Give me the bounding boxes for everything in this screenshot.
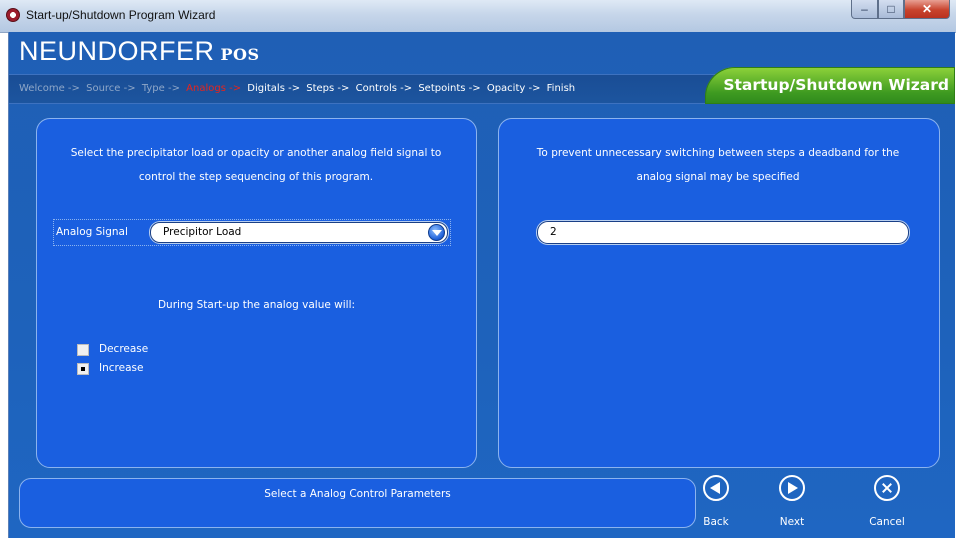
step-source: Source -> — [86, 83, 136, 94]
deadband-description-line1: To prevent unnecessary switching between… — [536, 147, 900, 159]
back-arrow-icon — [703, 475, 729, 501]
status-message: Select a Analog Control Parameters — [264, 488, 451, 500]
next-arrow-icon — [779, 475, 805, 501]
step-controls: Controls -> — [355, 83, 413, 94]
step-finish: Finish — [546, 83, 576, 94]
cancel-x-icon — [874, 475, 900, 501]
analog-description-line1: Select the precipitator load or opacity … — [70, 147, 442, 159]
window-title: Start-up/Shutdown Program Wizard — [26, 8, 216, 22]
brand-logo: NEUNDORFER POS — [19, 36, 260, 67]
analog-signal-label: Analog Signal — [56, 226, 128, 238]
back-label: Back — [703, 516, 729, 528]
window-titlebar: Start-up/Shutdown Program Wizard – □ ✕ — [0, 0, 956, 33]
deadband-value: 2 — [550, 226, 557, 238]
app-frame: NEUNDORFER POS Welcome -> Source -> Type … — [8, 32, 955, 538]
analog-description: Select the precipitator load or opacity … — [49, 141, 463, 189]
chevron-down-icon[interactable] — [428, 224, 445, 241]
minimize-button[interactable]: – — [851, 0, 878, 19]
step-steps: Steps -> — [306, 83, 350, 94]
breadcrumb: Welcome -> Source -> Type -> Analogs -> … — [19, 83, 578, 94]
decrease-checkbox[interactable] — [77, 344, 89, 356]
step-opacity: Opacity -> — [486, 83, 541, 94]
maximize-button[interactable]: □ — [878, 0, 904, 19]
deadband-description-line2: analog signal may be specified — [636, 171, 800, 183]
direction-prompt: During Start-up the analog value will: — [157, 299, 356, 311]
wizard-title-tab: Startup/Shutdown Wizard — [705, 67, 955, 104]
close-button[interactable]: ✕ — [904, 0, 950, 19]
step-setpoints: Setpoints -> — [418, 83, 481, 94]
cancel-button[interactable]: Cancel — [860, 473, 920, 533]
next-label: Next — [779, 516, 805, 528]
cancel-label: Cancel — [869, 516, 905, 528]
step-welcome: Welcome -> — [19, 83, 80, 94]
analog-signal-row: Analog Signal Precipitor Load — [53, 219, 451, 246]
step-type: Type -> — [141, 83, 180, 94]
increase-checkbox[interactable] — [77, 363, 89, 375]
status-bar: Select a Analog Control Parameters — [19, 478, 696, 528]
analog-signal-value: Precipitor Load — [163, 226, 242, 238]
brand-suffix: POS — [220, 45, 260, 64]
wizard-title: Startup/Shutdown Wizard — [723, 76, 949, 94]
analog-signal-select[interactable]: Precipitor Load — [150, 222, 448, 243]
deadband-panel: To prevent unnecessary switching between… — [498, 118, 940, 468]
decrease-label: Decrease — [99, 343, 149, 355]
window-controls: – □ ✕ — [851, 0, 950, 20]
back-button[interactable]: Back — [689, 473, 749, 533]
deadband-description: To prevent unnecessary switching between… — [511, 141, 925, 189]
wizard-step-bar: Welcome -> Source -> Type -> Analogs -> … — [9, 67, 955, 104]
increase-label: Increase — [99, 362, 144, 374]
analog-description-line2: control the step sequencing of this prog… — [138, 171, 374, 183]
step-analogs: Analogs -> — [186, 83, 242, 94]
brand-name: NEUNDORFER — [19, 36, 215, 66]
step-digitals: Digitals -> — [247, 83, 301, 94]
app-logo-icon — [6, 8, 20, 22]
analog-signal-panel: Select the precipitator load or opacity … — [36, 118, 477, 468]
next-button[interactable]: Next — [765, 473, 825, 533]
deadband-input[interactable]: 2 — [537, 221, 909, 244]
